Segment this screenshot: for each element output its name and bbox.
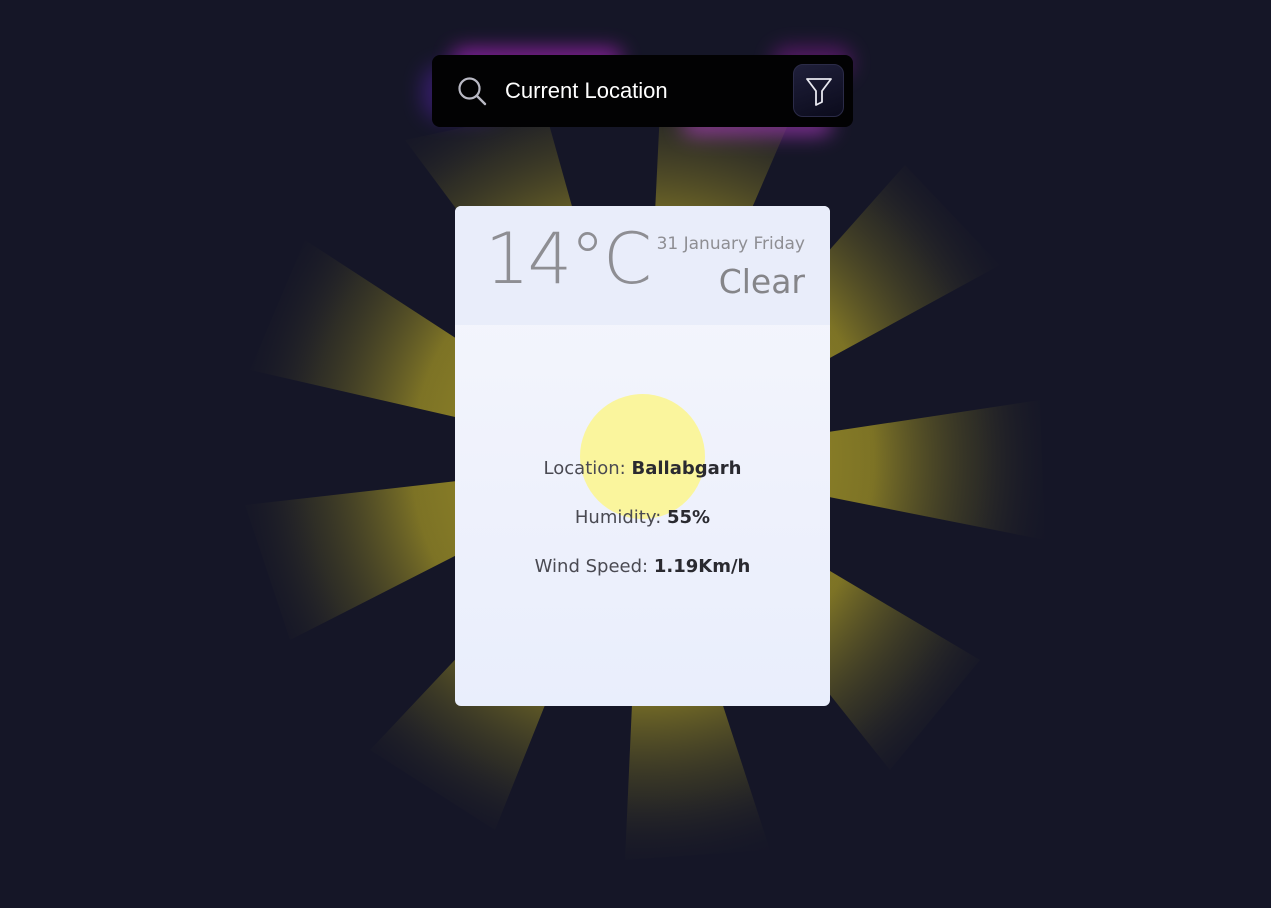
search-icon: [458, 77, 487, 106]
weather-card-header: 14°C 31 January Friday Clear: [455, 206, 830, 325]
humidity-row: Humidity: 55%: [455, 507, 830, 528]
search-input[interactable]: [505, 73, 785, 109]
location-value: Ballabgarh: [631, 458, 742, 479]
filter-icon: [805, 77, 832, 106]
temperature: 14°C: [485, 218, 652, 300]
weather-condition: Clear: [718, 262, 805, 301]
app-background: 14°C 31 January Friday Clear Location: B…: [0, 0, 1271, 908]
wind-speed-row: Wind Speed: 1.19Km/h: [455, 556, 830, 577]
search-container: [422, 47, 853, 135]
location-row: Location: Ballabgarh: [455, 458, 830, 479]
humidity-label: Humidity:: [574, 507, 662, 528]
weather-card: 14°C 31 January Friday Clear Location: B…: [455, 206, 830, 706]
filter-button[interactable]: [793, 64, 844, 117]
search-bar: [432, 55, 853, 127]
wind-speed-value: 1.19Km/h: [653, 556, 751, 577]
humidity-value: 55%: [667, 507, 711, 528]
sun-graphic: [580, 394, 705, 519]
location-label: Location:: [543, 458, 626, 479]
date-label: 31 January Friday: [656, 234, 805, 254]
wind-speed-label: Wind Speed:: [534, 556, 649, 577]
